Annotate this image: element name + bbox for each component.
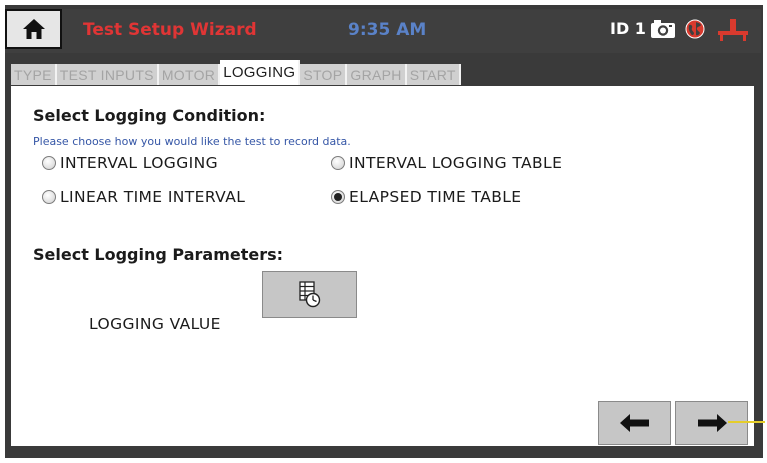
table-clock-icon xyxy=(298,280,320,307)
home-button[interactable] xyxy=(5,9,62,49)
logging-condition-hint: Please choose how you would like the tes… xyxy=(33,135,351,148)
pointer-indicator-line xyxy=(728,421,765,423)
tab-logging[interactable]: LOGGING xyxy=(220,60,301,85)
radio-elapsed-time-table[interactable]: ELAPSED TIME TABLE xyxy=(331,188,522,206)
radio-interval-logging[interactable]: INTERVAL LOGGING xyxy=(42,154,218,172)
home-icon xyxy=(22,19,45,39)
radio-label: ELAPSED TIME TABLE xyxy=(349,188,522,206)
radio-button-unselected[interactable] xyxy=(331,156,345,170)
logging-condition-heading: Select Logging Condition: xyxy=(33,106,266,125)
logging-parameters-heading: Select Logging Parameters: xyxy=(33,245,284,264)
radio-interval-logging-table[interactable]: INTERVAL LOGGING TABLE xyxy=(331,154,562,172)
radio-label: INTERVAL LOGGING TABLE xyxy=(349,154,563,172)
page-title: Test Setup Wizard xyxy=(83,20,257,40)
radio-linear-time-interval[interactable]: LINEAR TIME INTERVAL xyxy=(42,188,245,206)
plug-icon[interactable] xyxy=(717,18,749,42)
arrow-right-icon xyxy=(697,414,727,432)
tab-graph[interactable]: GRAPH xyxy=(347,64,407,85)
wizard-tabs: TYPE TEST INPUTS MOTOR LOGGING STOP GRAP… xyxy=(11,60,461,86)
next-button[interactable] xyxy=(675,401,748,445)
tab-start[interactable]: START xyxy=(406,64,461,85)
radio-label: LINEAR TIME INTERVAL xyxy=(60,188,246,206)
radio-button-selected[interactable] xyxy=(331,190,345,204)
arrow-left-icon xyxy=(619,414,649,432)
globe-icon[interactable] xyxy=(685,19,705,39)
tab-type[interactable]: TYPE xyxy=(11,64,57,85)
back-button[interactable] xyxy=(598,401,671,445)
radio-button-unselected[interactable] xyxy=(42,190,56,204)
logging-value-label: LOGGING VALUE xyxy=(89,315,221,333)
machine-id: ID 1 xyxy=(610,19,646,38)
clock-time: 9:35 AM xyxy=(348,20,427,40)
tab-test-inputs[interactable]: TEST INPUTS xyxy=(56,64,159,85)
tab-motor[interactable]: MOTOR xyxy=(158,64,221,85)
radio-label: INTERVAL LOGGING xyxy=(60,154,219,172)
camera-icon[interactable] xyxy=(650,19,676,39)
logging-value-button[interactable] xyxy=(262,271,357,318)
radio-button-unselected[interactable] xyxy=(42,156,56,170)
tab-stop[interactable]: STOP xyxy=(300,64,348,85)
app-window: Test Setup Wizard 9:35 AM ID 1 TYPE TEST… xyxy=(0,0,767,463)
